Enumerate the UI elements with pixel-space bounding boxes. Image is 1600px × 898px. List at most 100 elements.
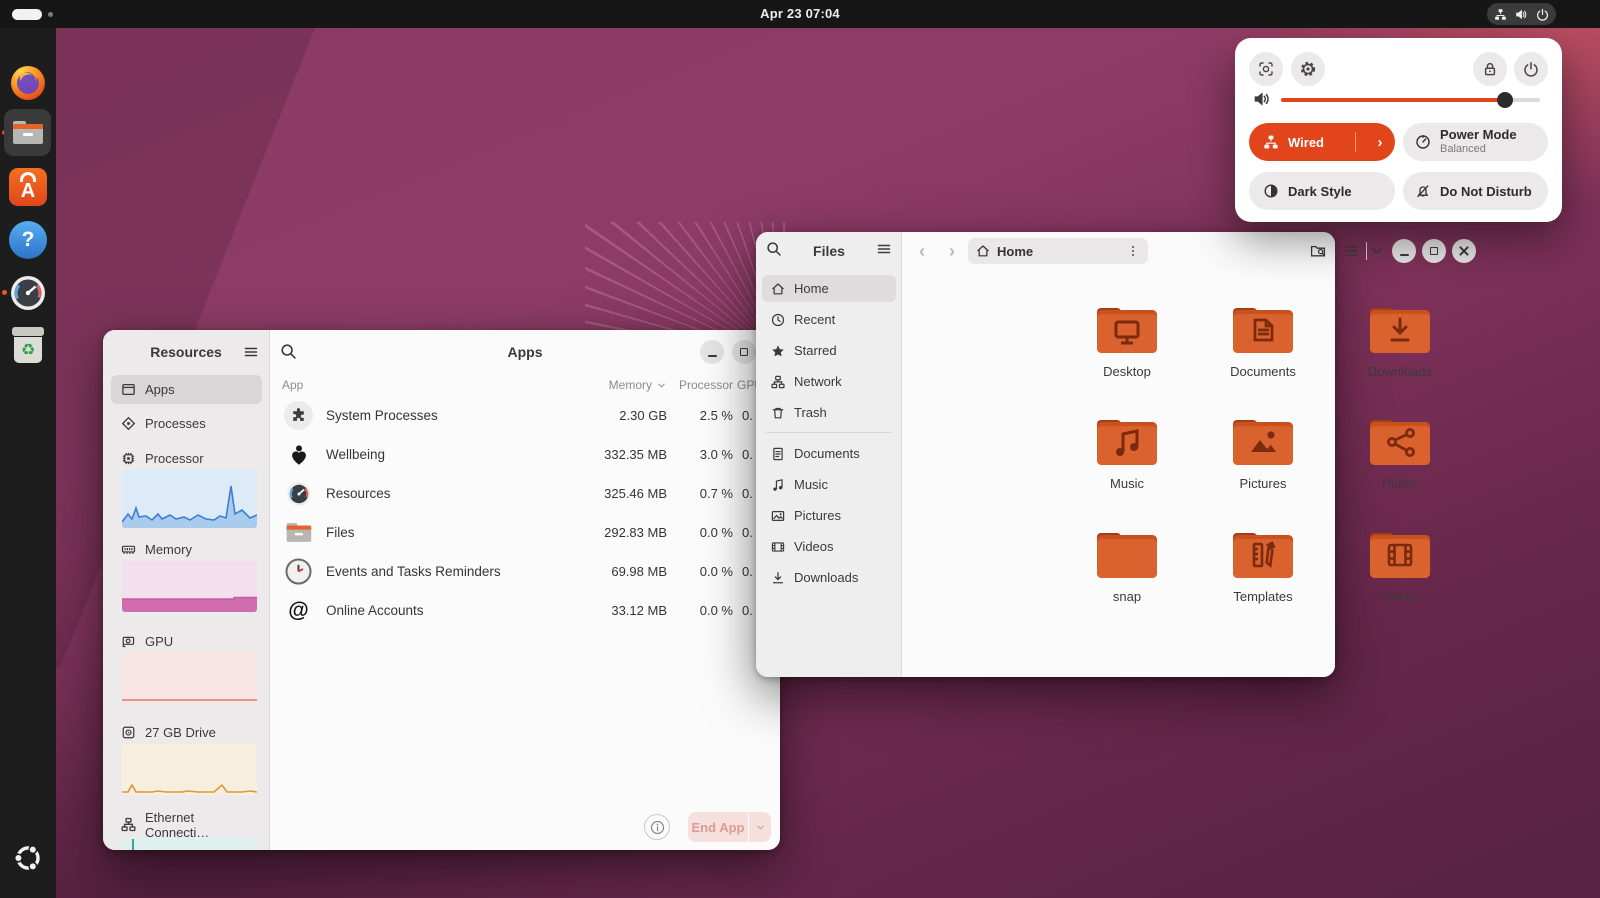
folder-icon <box>1229 525 1297 580</box>
volume-slider-knob[interactable] <box>1497 92 1513 108</box>
show-apps-button[interactable] <box>8 838 48 878</box>
app-center-icon: A <box>9 168 47 206</box>
sidebar-item-downloads[interactable]: Downloads <box>762 564 896 591</box>
dock-help[interactable]: ? <box>8 220 48 260</box>
settings-button[interactable] <box>1291 52 1325 86</box>
do-not-disturb-tile[interactable]: Do Not Disturb <box>1403 172 1548 210</box>
volume-icon <box>1515 8 1528 21</box>
process-row[interactable]: @ Online Accounts 33.12 MB 0.0 % 0. <box>270 591 780 630</box>
videos-icon <box>771 540 785 554</box>
process-row[interactable]: Wellbeing 332.35 MB 3.0 % 0. <box>270 435 780 474</box>
power-off-button[interactable] <box>1514 52 1548 86</box>
column-header-memory[interactable]: Memory <box>609 378 667 392</box>
folder-public[interactable]: Public <box>1342 412 1458 491</box>
wired-expand-chevron[interactable]: › <box>1365 134 1395 151</box>
dock-app-center[interactable]: A <box>8 167 48 207</box>
power-mode-tile[interactable]: Power Mode Balanced <box>1403 123 1548 161</box>
gpu-graph <box>122 652 257 703</box>
trash-icon: ♻ <box>10 327 46 365</box>
files-minimize-button[interactable] <box>1392 239 1416 263</box>
online-accounts-icon: @ <box>284 596 313 625</box>
resources-minimize-button[interactable] <box>700 340 724 364</box>
system-processes-icon <box>284 401 313 430</box>
resources-maximize-button[interactable] <box>732 340 756 364</box>
wired-network-icon <box>1263 134 1279 150</box>
sidebar-item-pictures[interactable]: Pictures <box>762 502 896 529</box>
dock-trash[interactable]: ♻ <box>8 326 48 366</box>
column-header-processor[interactable]: Processor <box>679 378 733 392</box>
sidebar-item-recent[interactable]: Recent <box>762 306 896 333</box>
folder-templates[interactable]: Templates <box>1205 525 1321 604</box>
process-row[interactable]: Events and Tasks Reminders 69.98 MB 0.0 … <box>270 552 780 591</box>
system-tray[interactable] <box>1487 3 1556 25</box>
process-row[interactable]: System Processes 2.30 GB 2.5 % 0. <box>270 396 780 435</box>
quick-settings-panel: Wired › Power Mode Balanced Dark Style D… <box>1235 38 1562 222</box>
desktop-screen: { "topbar": { "clock": "Apr 23 07:04" },… <box>0 0 1600 898</box>
network-icon <box>771 375 785 389</box>
folder-downloads[interactable]: Downloads <box>1342 300 1458 379</box>
sidebar-item-memory[interactable]: Memory <box>111 535 262 564</box>
files-app-title: Files <box>782 243 876 259</box>
app-info-button[interactable] <box>644 814 670 840</box>
screenshot-button[interactable] <box>1249 52 1283 86</box>
end-app-button[interactable]: End App <box>688 812 748 842</box>
process-row[interactable]: Files 292.83 MB 0.0 % 0. <box>270 513 780 552</box>
end-app-split-button[interactable]: End App <box>688 812 771 842</box>
files-close-button[interactable] <box>1452 239 1476 263</box>
volume-slider[interactable] <box>1281 98 1540 102</box>
files-sidebar: Files Home Recent Starred Network Trash … <box>756 232 902 677</box>
clock[interactable]: Apr 23 07:04 <box>760 0 840 28</box>
resources-gauge-icon <box>9 274 47 312</box>
sidebar-item-documents[interactable]: Documents <box>762 440 896 467</box>
sidebar-divider <box>766 432 892 433</box>
process-row[interactable]: Resources 325.46 MB 0.7 % 0. <box>270 474 780 513</box>
path-bar[interactable]: Home <box>968 238 1148 264</box>
sidebar-item-processes[interactable]: Processes <box>111 409 262 438</box>
processor-icon <box>121 451 136 466</box>
dock-resources[interactable] <box>8 273 48 313</box>
column-header-app[interactable]: App <box>282 378 303 392</box>
back-button[interactable]: ‹ <box>910 239 934 263</box>
sidebar-item-home[interactable]: Home <box>762 275 896 302</box>
bell-slash-icon <box>1415 183 1431 199</box>
list-view-button[interactable] <box>1339 239 1363 263</box>
end-app-dropdown[interactable] <box>749 812 771 842</box>
folder-icon <box>1366 300 1434 355</box>
pictures-icon <box>771 509 785 523</box>
dock-firefox[interactable] <box>8 63 48 103</box>
resources-menu-button[interactable] <box>243 344 259 365</box>
resources-main: Apps App Memory Processor GPU System Pro… <box>270 330 780 850</box>
dock-files[interactable] <box>4 109 51 156</box>
sidebar-item-drive[interactable]: 27 GB Drive <box>111 718 262 747</box>
sidebar-item-processor[interactable]: Processor <box>111 444 262 473</box>
folder-documents[interactable]: Documents <box>1205 300 1321 379</box>
forward-button[interactable]: › <box>940 239 964 263</box>
files-headerbar: ‹ › Home <box>902 232 1335 270</box>
files-menu-button[interactable] <box>876 241 892 262</box>
folder-music[interactable]: Music <box>1069 412 1185 491</box>
sidebar-item-ethernet[interactable]: Ethernet Connecti… <box>111 810 262 839</box>
sidebar-item-apps[interactable]: Apps <box>111 375 262 404</box>
path-menu-icon[interactable] <box>1126 244 1140 258</box>
wired-network-tile[interactable]: Wired › <box>1249 123 1395 161</box>
workspace-indicator[interactable] <box>12 9 42 20</box>
view-options-dropdown[interactable] <box>1368 239 1386 263</box>
sidebar-item-videos[interactable]: Videos <box>762 533 896 560</box>
search-folder-button[interactable] <box>1306 239 1330 263</box>
files-maximize-button[interactable] <box>1422 239 1446 263</box>
dark-style-tile[interactable]: Dark Style <box>1249 172 1395 210</box>
power-icon <box>1523 61 1539 77</box>
sidebar-item-music[interactable]: Music <box>762 471 896 498</box>
lock-screen-button[interactable] <box>1473 52 1507 86</box>
resources-running-dot <box>2 290 7 295</box>
sidebar-item-network[interactable]: Network <box>762 368 896 395</box>
sidebar-item-trash[interactable]: Trash <box>762 399 896 426</box>
folder-pictures[interactable]: Pictures <box>1205 412 1321 491</box>
folder-videos[interactable]: Videos <box>1342 525 1458 604</box>
folder-snap[interactable]: snap <box>1069 525 1185 604</box>
files-search-button[interactable] <box>766 241 782 262</box>
sidebar-item-starred[interactable]: Starred <box>762 337 896 364</box>
folder-desktop[interactable]: Desktop <box>1069 300 1185 379</box>
dock: A ? ♻ <box>0 28 56 898</box>
workspace-dot[interactable] <box>48 12 53 17</box>
